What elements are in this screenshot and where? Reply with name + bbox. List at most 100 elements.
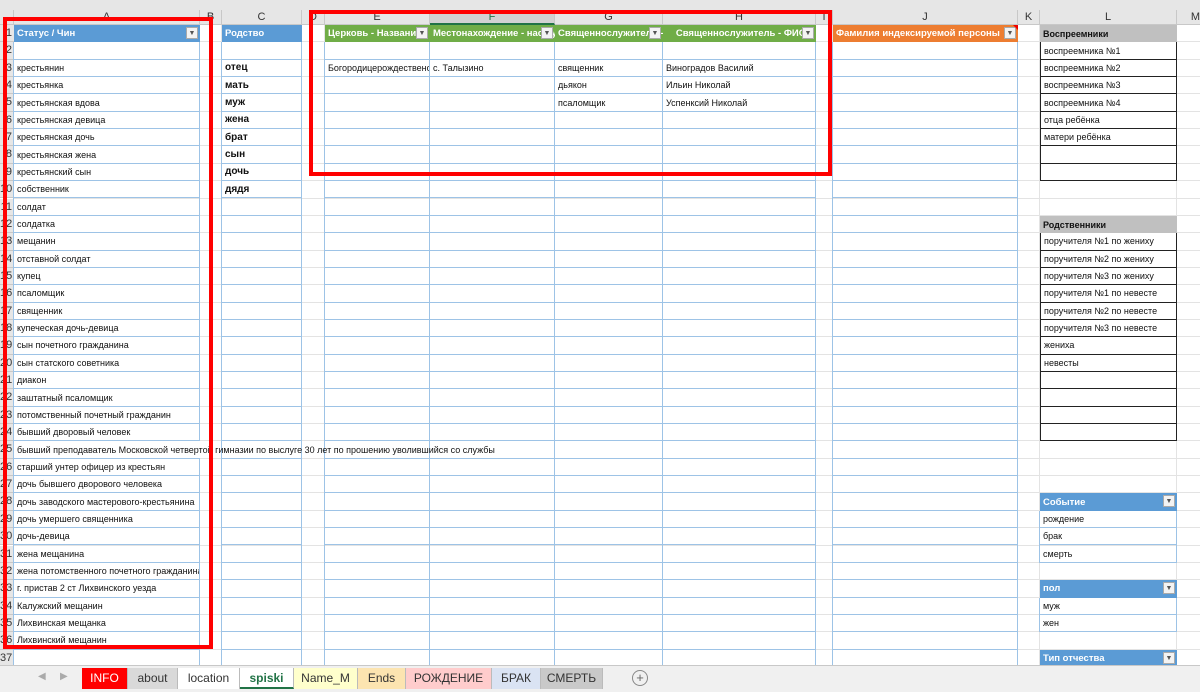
row-header[interactable]: 15 xyxy=(0,267,14,286)
surname-cell[interactable] xyxy=(833,528,1018,546)
church-cell[interactable] xyxy=(325,94,430,112)
relative-item[interactable]: поручителя №3 по жениху xyxy=(1040,267,1177,286)
surname-cell[interactable] xyxy=(833,112,1018,130)
status-table-header[interactable]: Статус / Чин ▼ xyxy=(14,25,200,43)
filter-dropdown-icon[interactable]: ▼ xyxy=(416,27,428,39)
church-cell[interactable] xyxy=(325,129,430,147)
row-header[interactable]: 9 xyxy=(0,163,14,182)
kinship-cell[interactable] xyxy=(222,615,302,633)
surname-cell[interactable] xyxy=(833,129,1018,147)
status-cell[interactable]: крестьянская дочь xyxy=(14,129,200,147)
church-cell[interactable] xyxy=(325,42,430,60)
status-cell[interactable]: крестьянская вдова xyxy=(14,94,200,112)
surname-cell[interactable] xyxy=(833,493,1018,511)
status-cell[interactable]: псаломщик xyxy=(14,285,200,303)
surname-cell[interactable] xyxy=(833,546,1018,563)
church-cell[interactable] xyxy=(663,199,816,216)
scroll-right-icon[interactable]: ▶ xyxy=(60,671,68,682)
surname-cell[interactable] xyxy=(833,285,1018,303)
status-cell[interactable]: заштатный псаломщик xyxy=(14,389,200,407)
church-cell[interactable] xyxy=(325,337,430,355)
surname-cell[interactable] xyxy=(833,389,1018,407)
surname-cell[interactable] xyxy=(833,233,1018,251)
kinship-cell[interactable] xyxy=(222,216,302,234)
row-header[interactable]: 30 xyxy=(0,528,14,546)
church-table-header[interactable]: Церковь - Название ▼ xyxy=(325,25,430,43)
row-header[interactable]: 21 xyxy=(0,372,14,390)
church-cell[interactable]: дьякон xyxy=(555,77,663,95)
church-cell[interactable] xyxy=(325,146,430,164)
column-header-L[interactable]: L xyxy=(1040,10,1177,25)
church-cell[interactable]: Успенксий Николай xyxy=(663,94,816,112)
column-header-M[interactable]: M xyxy=(1177,10,1200,25)
church-cell[interactable] xyxy=(430,650,555,665)
godparent-item[interactable]: воспреемника №3 xyxy=(1040,77,1177,95)
sheet-tab-info[interactable]: INFO xyxy=(82,668,128,689)
row-header[interactable]: 28 xyxy=(0,493,14,511)
church-cell[interactable] xyxy=(325,285,430,303)
kinship-cell[interactable] xyxy=(222,407,302,425)
church-cell[interactable] xyxy=(663,476,816,494)
church-table-header[interactable]: Священнослужитель - сан▼ xyxy=(555,25,663,43)
kinship-cell[interactable] xyxy=(222,650,302,665)
sheet-tab-about[interactable]: about xyxy=(128,668,178,689)
row-header[interactable]: 23 xyxy=(0,406,14,425)
church-cell[interactable] xyxy=(663,42,816,60)
status-cell[interactable]: купеческая дочь-девица xyxy=(14,320,200,338)
status-cell[interactable]: дочь умершего священника xyxy=(14,511,200,529)
row-header[interactable]: 35 xyxy=(0,614,14,633)
surname-cell[interactable] xyxy=(833,580,1018,598)
relative-item[interactable] xyxy=(1040,424,1177,442)
church-cell[interactable] xyxy=(555,632,663,650)
kinship-cell[interactable] xyxy=(222,476,302,494)
add-sheet-button[interactable]: + xyxy=(632,670,648,686)
row-header[interactable]: 31 xyxy=(0,545,14,563)
relatives-header[interactable]: Родственники xyxy=(1040,215,1177,234)
church-cell[interactable] xyxy=(325,233,430,251)
church-cell[interactable] xyxy=(555,285,663,303)
church-cell[interactable] xyxy=(325,598,430,615)
church-cell[interactable] xyxy=(663,493,816,511)
sex-item[interactable]: жен xyxy=(1040,615,1177,633)
church-cell[interactable]: с. Талызино xyxy=(430,60,555,78)
church-cell[interactable] xyxy=(325,476,430,494)
church-cell[interactable] xyxy=(663,511,816,529)
status-cell[interactable]: священник xyxy=(14,303,200,320)
status-cell[interactable]: Лихвинский мещанин xyxy=(14,632,200,650)
church-cell[interactable] xyxy=(430,563,555,581)
surname-cell[interactable] xyxy=(833,268,1018,286)
kinship-cell[interactable] xyxy=(222,511,302,529)
church-cell[interactable] xyxy=(663,615,816,633)
church-cell[interactable] xyxy=(663,337,816,355)
status-cell[interactable]: дочь-девица xyxy=(14,528,200,546)
status-cell[interactable]: жена мещанина xyxy=(14,546,200,563)
kinship-cell[interactable] xyxy=(222,372,302,390)
status-cell[interactable]: дочь заводского мастерового-крестьянина xyxy=(14,493,200,511)
surname-cell[interactable] xyxy=(833,650,1018,665)
godparent-item[interactable]: воспреемника №2 xyxy=(1040,59,1177,78)
status-cell[interactable]: отставной солдат xyxy=(14,251,200,268)
church-cell[interactable] xyxy=(555,320,663,338)
godparent-item[interactable]: матери ребёнка xyxy=(1040,129,1177,147)
church-cell[interactable] xyxy=(325,615,430,633)
row-header[interactable]: 24 xyxy=(0,424,14,442)
church-cell[interactable] xyxy=(430,546,555,563)
church-cell[interactable] xyxy=(663,632,816,650)
kinship-cell[interactable] xyxy=(222,424,302,442)
row-header[interactable]: 16 xyxy=(0,285,14,303)
godparent-item[interactable]: воспреемника №4 xyxy=(1040,94,1177,112)
column-header-J[interactable]: J xyxy=(833,10,1018,25)
row-header[interactable]: 34 xyxy=(0,597,14,615)
church-cell[interactable] xyxy=(663,251,816,268)
row-header[interactable]: 25 xyxy=(0,441,14,459)
church-cell[interactable] xyxy=(555,459,663,477)
kinship-cell[interactable] xyxy=(222,563,302,581)
church-cell[interactable] xyxy=(555,112,663,130)
church-cell[interactable] xyxy=(325,563,430,581)
church-cell[interactable] xyxy=(663,598,816,615)
relative-item[interactable] xyxy=(1040,406,1177,425)
church-cell[interactable] xyxy=(663,216,816,234)
kinship-table-header[interactable]: Родство xyxy=(222,25,302,43)
church-cell[interactable] xyxy=(663,129,816,147)
church-cell[interactable] xyxy=(430,112,555,130)
